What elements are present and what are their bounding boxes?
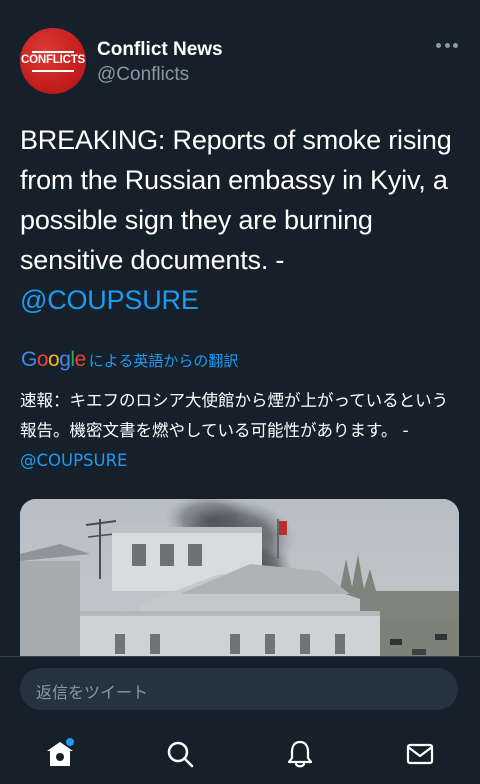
tweet-media-photo[interactable] xyxy=(20,499,459,656)
translated-text: 速報：キエフのロシア大使館から煙が上がっているという報告。機密文書を燃やしている… xyxy=(20,386,460,476)
google-letter: e xyxy=(74,348,87,371)
bell-icon xyxy=(287,740,313,768)
google-letter: o xyxy=(36,348,49,371)
tweet: CONFLICTS Conflict News @Conflicts BREAK… xyxy=(0,0,480,656)
photo-building-smoke xyxy=(20,499,459,656)
user-handle[interactable]: @Conflicts xyxy=(97,64,189,86)
tweet-header: CONFLICTS Conflict News @Conflicts xyxy=(20,28,460,96)
translated-body: 速報：キエフのロシア大使館から煙が上がっているという報告。機密文書を燃やしている… xyxy=(20,391,449,440)
google-letter: G xyxy=(21,348,37,371)
divider xyxy=(0,656,480,657)
tweet-body: BREAKING: Reports of smoke rising from t… xyxy=(20,125,452,275)
tweet-text: BREAKING: Reports of smoke rising from t… xyxy=(20,120,465,320)
google-letter: g xyxy=(59,348,71,371)
more-dot xyxy=(453,42,458,48)
nav-notifications[interactable] xyxy=(280,734,320,774)
more-dot xyxy=(444,42,450,48)
nav-search[interactable] xyxy=(160,734,200,774)
more-options-icon[interactable] xyxy=(436,40,458,50)
nav-messages[interactable] xyxy=(400,734,440,774)
reply-placeholder: 返信をツイート xyxy=(36,683,149,702)
bottom-nav xyxy=(0,726,480,784)
translation-label[interactable]: による英語からの翻訳 xyxy=(89,350,239,371)
avatar-logo-text: CONFLICTS xyxy=(21,54,85,66)
translation-attribution[interactable]: Google による英語からの翻訳 xyxy=(21,347,238,373)
mention-link[interactable]: @COUPSURE xyxy=(20,285,199,315)
display-name[interactable]: Conflict News xyxy=(97,39,223,61)
google-logo: Google xyxy=(21,348,86,372)
more-dot xyxy=(436,42,441,48)
reply-input[interactable]: 返信をツイート xyxy=(20,668,458,710)
nav-home[interactable] xyxy=(40,734,80,774)
mail-icon xyxy=(406,743,434,765)
avatar-bar-bottom xyxy=(32,70,74,72)
notification-dot xyxy=(66,738,74,746)
google-letter: o xyxy=(48,348,60,371)
avatar[interactable]: CONFLICTS xyxy=(20,28,86,94)
translated-mention-link[interactable]: @COUPSURE xyxy=(20,451,127,470)
search-icon xyxy=(167,741,194,768)
